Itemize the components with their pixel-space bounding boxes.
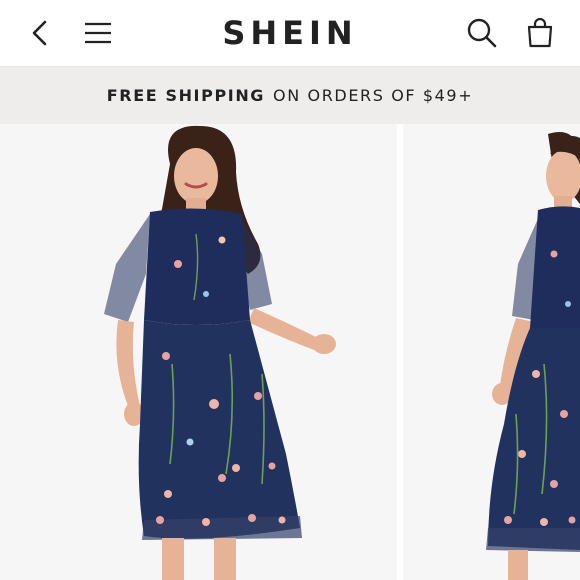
product-image-gallery[interactable] <box>0 124 580 580</box>
hamburger-menu-icon <box>85 22 111 44</box>
product-page: SHEIN FREE SHIPPING ON ORDERS OF $49+ <box>0 0 580 580</box>
product-photo-side[interactable] <box>404 124 580 580</box>
search-button[interactable] <box>458 0 506 66</box>
free-shipping-banner[interactable]: FREE SHIPPING ON ORDERS OF $49+ <box>0 67 580 124</box>
back-button[interactable] <box>20 0 60 66</box>
shopping-bag-icon <box>527 18 553 48</box>
promo-bold-text: FREE SHIPPING <box>106 86 266 105</box>
product-photo-front-illustration <box>0 124 396 580</box>
product-photo-front[interactable] <box>0 124 396 580</box>
chevron-left-icon <box>32 20 47 46</box>
search-icon <box>467 18 497 48</box>
bag-button[interactable] <box>516 0 564 66</box>
top-nav-bar: SHEIN <box>0 0 580 67</box>
shein-logo[interactable]: SHEIN <box>190 0 390 66</box>
promo-rest-text: ON ORDERS OF $49+ <box>273 86 474 105</box>
product-photo-side-illustration <box>404 124 580 580</box>
gallery-divider <box>397 124 403 580</box>
menu-button[interactable] <box>76 0 120 66</box>
